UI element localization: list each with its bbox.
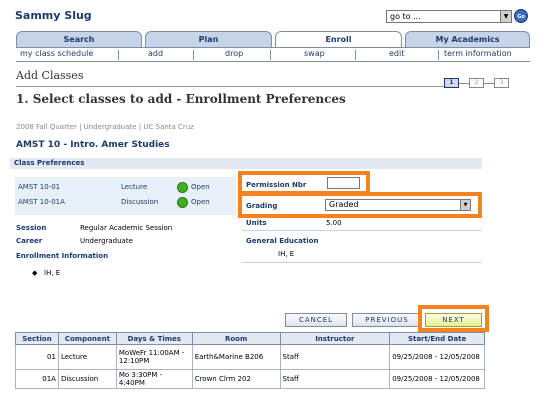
- component-type: Lecture: [121, 183, 148, 191]
- career-label: Career: [16, 237, 43, 245]
- chevron-down-icon: ▼: [460, 200, 470, 210]
- units-label: Units: [246, 219, 267, 227]
- section-heading: 1. Select classes to add - Enrollment Pr…: [16, 92, 346, 106]
- term-info: 2008 Fall Quarter | Undergraduate | UC S…: [16, 123, 194, 131]
- step-3: 3: [494, 78, 509, 88]
- col-header-component: Component: [57, 332, 117, 345]
- goto-select[interactable]: go to ... ▼: [386, 10, 512, 23]
- tab-enroll[interactable]: Enroll: [275, 31, 402, 48]
- col-header-section: Section: [15, 332, 59, 345]
- step-1: 1: [444, 78, 459, 88]
- subnav-drop[interactable]: drop: [225, 49, 243, 58]
- step-2: 2: [469, 78, 484, 88]
- course-title: AMST 10 - Intro. Amer Studies: [16, 140, 170, 150]
- tab-search[interactable]: Search: [16, 31, 142, 47]
- divider: [242, 230, 482, 231]
- units-value: 5.00: [326, 219, 342, 227]
- subnav-separator: [438, 50, 439, 60]
- tab-my-academics[interactable]: My Academics: [405, 31, 530, 47]
- component-list: AMST 10-01 Lecture Open AMST 10-01A Disc…: [15, 177, 236, 215]
- table-row: 01 Lecture MoWeFr 11:00AM - 12:10PM Eart…: [15, 344, 485, 370]
- schedule-table: Section Component Days & Times Room Inst…: [15, 332, 485, 389]
- class-preferences-header: Class Preferences: [10, 158, 482, 169]
- cell-dates: 09/25/2008 - 12/05/2008: [389, 344, 485, 370]
- cell-room: Crown Clrm 202: [191, 369, 281, 389]
- career-value: Undergraduate: [80, 237, 133, 245]
- subnav-swap[interactable]: swap: [304, 49, 325, 58]
- permission-nbr-input[interactable]: [327, 177, 360, 189]
- tab-plan[interactable]: Plan: [145, 31, 272, 47]
- general-education-value: IH, E: [278, 250, 295, 258]
- grading-label: Grading: [246, 202, 278, 210]
- session-value: Regular Academic Session: [80, 224, 173, 232]
- bullet-icon: ◆: [32, 269, 38, 277]
- enrollment-info-label: Enrollment Information: [16, 252, 109, 260]
- subnav-separator: [193, 50, 194, 60]
- open-status-icon: [177, 197, 188, 208]
- col-header-room: Room: [191, 332, 281, 345]
- cell-section: 01: [15, 344, 59, 370]
- page-title: Add Classes: [16, 69, 84, 82]
- cell-section: 01A: [15, 369, 59, 389]
- permission-nbr-label: Permission Nbr: [246, 181, 307, 189]
- divider: [242, 262, 482, 263]
- subnav-term-information[interactable]: term information: [444, 49, 512, 58]
- previous-button[interactable]: PREVIOUS: [352, 313, 422, 327]
- cell-instructor: Staff: [279, 344, 391, 370]
- subnav-edit[interactable]: edit: [389, 49, 404, 58]
- cell-days-times: Mo 3:30PM - 4:40PM: [115, 369, 193, 389]
- cell-component: Discussion: [57, 369, 117, 389]
- cancel-button[interactable]: CANCEL: [285, 313, 347, 327]
- col-header-instructor: Instructor: [279, 332, 391, 345]
- enrollment-info-item: IH, E: [44, 269, 61, 277]
- component-type: Discussion: [121, 198, 159, 206]
- col-header-days-times: Days & Times: [115, 332, 193, 345]
- session-label: Session: [16, 224, 47, 232]
- cell-room: Earth&Marine B206: [191, 344, 281, 370]
- cell-dates: 09/25/2008 - 12/05/2008: [389, 369, 485, 389]
- component-status: Open: [191, 198, 210, 206]
- cell-days-times: MoWeFr 11:00AM - 12:10PM: [115, 344, 193, 370]
- title-divider: [16, 86, 444, 87]
- chevron-down-icon: ▼: [500, 11, 511, 22]
- go-button[interactable]: Go: [514, 9, 528, 23]
- general-education-label: General Education: [246, 237, 319, 245]
- component-section: AMST 10-01A: [18, 198, 65, 206]
- open-status-icon: [177, 182, 188, 193]
- subnav-add[interactable]: add: [148, 49, 163, 58]
- table-row: 01A Discussion Mo 3:30PM - 4:40PM Crown …: [15, 369, 485, 389]
- subnav-separator: [270, 50, 271, 60]
- grading-select[interactable]: Graded ▼: [325, 199, 471, 211]
- student-name: Sammy Slug: [15, 9, 92, 22]
- subnav-separator: [118, 50, 119, 60]
- component-status: Open: [191, 183, 210, 191]
- goto-select-value: go to ...: [390, 12, 421, 21]
- grading-select-value: Graded: [329, 200, 359, 209]
- cell-component: Lecture: [57, 344, 117, 370]
- next-button[interactable]: NEXT: [425, 313, 482, 327]
- cell-instructor: Staff: [279, 369, 391, 389]
- col-header-dates: Start/End Date: [389, 332, 485, 345]
- subnav-my-class-schedule[interactable]: my class schedule: [20, 49, 93, 58]
- component-section: AMST 10-01: [18, 183, 61, 191]
- subnav-separator: [355, 50, 356, 60]
